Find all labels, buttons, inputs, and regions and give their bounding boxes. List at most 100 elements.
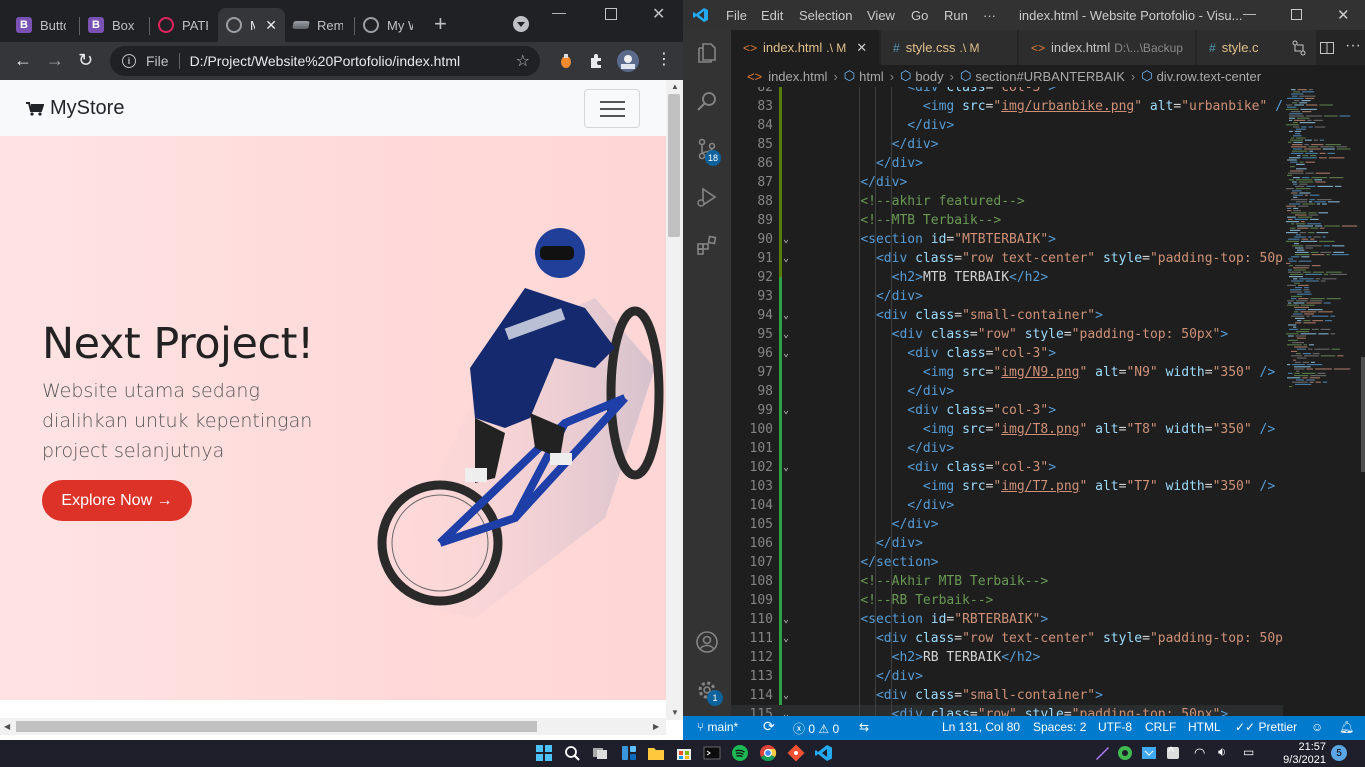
browser-tab[interactable]: My W [355,8,423,42]
code-line[interactable]: 86 </div> [731,154,1283,173]
browser-tab[interactable]: Remo [285,8,355,42]
code-line[interactable]: 96 ⌄ <div class="col-3"> [731,344,1283,363]
breadcrumb-div[interactable]: div.row.text-center [1157,69,1262,84]
forward-button[interactable]: → [46,50,64,70]
run-debug-icon[interactable] [695,185,719,209]
language-mode[interactable]: HTML [1188,720,1221,734]
code-line[interactable]: 100 <img src="img/T8.png" alt="T8" width… [731,420,1283,439]
code-line[interactable]: 104 </div> [731,496,1283,515]
code-line[interactable]: 110 ⌄ <section id="RBTERBAIK"> [731,610,1283,629]
git-app-icon[interactable] [787,744,805,762]
more-actions-icon[interactable]: ··· [1345,37,1361,55]
extensions-puzzle-icon[interactable] [588,52,604,70]
tray-app-icon[interactable] [1140,744,1158,762]
open-changes-icon[interactable] [1291,40,1307,56]
live-share-icon[interactable]: ⇆ [859,720,869,734]
menu-item[interactable]: View [867,8,895,23]
code-line[interactable]: 99 ⌄ <div class="col-3"> [731,401,1283,420]
indentation[interactable]: Spaces: 2 [1033,720,1086,734]
volume-icon[interactable]: 🔉︎ [1218,744,1226,760]
horizontal-scroll-thumb[interactable] [16,721,537,732]
maximize-button[interactable] [605,8,617,20]
file-explorer-icon[interactable] [647,744,665,762]
reload-button[interactable]: ↻ [78,50,93,70]
close-window-button[interactable]: ✕ [652,4,665,24]
site-info-icon[interactable]: i [122,54,136,68]
code-line[interactable]: 94 ⌄ <div class="small-container"> [731,306,1283,325]
prettier-indicator[interactable]: ✓✓ Prettier [1235,720,1297,734]
maximize-button[interactable] [1291,9,1302,20]
breadcrumb-body[interactable]: body [915,69,943,84]
scroll-left-arrow[interactable]: ◀ [4,722,10,731]
breadcrumb-section[interactable]: section#URBANTERBAIK [975,69,1125,84]
browser-tab[interactable]: M✕ [218,8,285,42]
menu-item[interactable]: File [726,8,747,23]
address-bar[interactable]: i File D:/Project/Website%20Portofolio/i… [110,46,540,76]
search-icon[interactable] [563,744,581,762]
code-line[interactable]: 109 <!--RB Terbaik--> [731,591,1283,610]
cursor-position[interactable]: Ln 131, Col 80 [942,720,1020,734]
code-line[interactable]: 95 ⌄ <div class="row" style="padding-top:… [731,325,1283,344]
code-line[interactable]: 87 </div> [731,173,1283,192]
menu-item[interactable]: Selection [799,8,852,23]
code-line[interactable]: 91 ⌄ <div class="row text-center" style="… [731,249,1283,268]
browser-tab[interactable]: B Butto [8,8,80,42]
code-line[interactable]: 93 </div> [731,287,1283,306]
editor-tab[interactable]: <> index.html .\ M ✕ [731,30,880,65]
back-button[interactable]: ← [14,50,32,70]
code-line[interactable]: 111 ⌄ <div class="row text-center" style=… [731,629,1283,648]
spotify-icon[interactable] [731,744,749,762]
line-ending[interactable]: CRLF [1145,720,1176,734]
explore-now-button[interactable]: Explore Now → [42,480,192,521]
problems-indicator[interactable]: ⓧ 0 ⚠ 0 [793,720,839,737]
wifi-icon[interactable]: ◠ [1194,745,1205,761]
fold-chevron-icon[interactable]: ⌄ [783,306,789,325]
search-icon[interactable] [695,89,719,113]
breadcrumb-file[interactable]: index.html [768,69,827,84]
fold-chevron-icon[interactable]: ⌄ [783,629,789,648]
close-window-button[interactable]: ✕ [1337,6,1350,24]
code-line[interactable]: 84 </div> [731,116,1283,135]
page-vertical-scrollbar[interactable]: ▲ ▼ [666,80,683,720]
tab-search-button[interactable] [513,16,529,32]
fold-chevron-icon[interactable]: ⌄ [783,610,789,629]
code-line[interactable]: 97 <img src="img/N9.png" alt="N9" width=… [731,363,1283,382]
code-line[interactable]: 106 </div> [731,534,1283,553]
terminal-icon[interactable] [703,744,721,762]
menu-item[interactable]: Go [911,8,928,23]
scroll-down-arrow[interactable]: ▼ [671,708,679,717]
store-icon[interactable] [675,744,693,762]
code-line[interactable]: 108 <!--Akhir MTB Terbaik--> [731,572,1283,591]
extensions-icon[interactable] [695,233,719,257]
feedback-icon[interactable]: ☺ [1311,720,1323,734]
minimize-button[interactable]: — [552,4,566,20]
encoding[interactable]: UTF-8 [1098,720,1132,734]
split-editor-icon[interactable] [1319,40,1335,56]
battery-icon[interactable]: ▭ [1243,745,1254,759]
code-line[interactable]: 101 </div> [731,439,1283,458]
page-horizontal-scrollbar[interactable]: ◀ ▶ [0,718,666,735]
scroll-right-arrow[interactable]: ▶ [653,722,659,731]
fold-chevron-icon[interactable]: ⌄ [783,249,789,268]
show-hidden-icons-chevron-icon[interactable]: ^ [1168,744,1174,759]
close-tab-icon[interactable]: ✕ [856,40,867,56]
fold-chevron-icon[interactable]: ⌄ [783,705,789,716]
code-line[interactable]: 89 <!--MTB Terbaik--> [731,211,1283,230]
browser-tab[interactable]: B Box a [80,8,150,42]
code-line[interactable]: 83 <img src="img/urbanbike.png" alt="urb… [731,97,1283,116]
vscode-taskbar-icon[interactable] [815,744,833,762]
chrome-icon[interactable] [759,744,777,762]
code-line[interactable]: 112 <h2>RB TERBAIK</h2> [731,648,1283,667]
fold-chevron-icon[interactable]: ⌄ [783,686,789,705]
vertical-scroll-thumb[interactable] [668,94,680,237]
editor-tab[interactable]: # style.css .\ M [881,30,1018,65]
code-line[interactable]: 105 </div> [731,515,1283,534]
fold-chevron-icon[interactable]: ⌄ [783,230,789,249]
close-tab-icon[interactable]: ✕ [265,17,277,34]
code-line[interactable]: 107 </section> [731,553,1283,572]
code-line[interactable]: 90 ⌄ <section id="MTBTERBAIK"> [731,230,1283,249]
chrome-menu-icon[interactable]: ⋮ [656,50,672,70]
menu-item[interactable]: Run [944,8,968,23]
task-view-icon[interactable] [591,744,609,762]
site-brand[interactable]: MyStore [26,97,124,120]
